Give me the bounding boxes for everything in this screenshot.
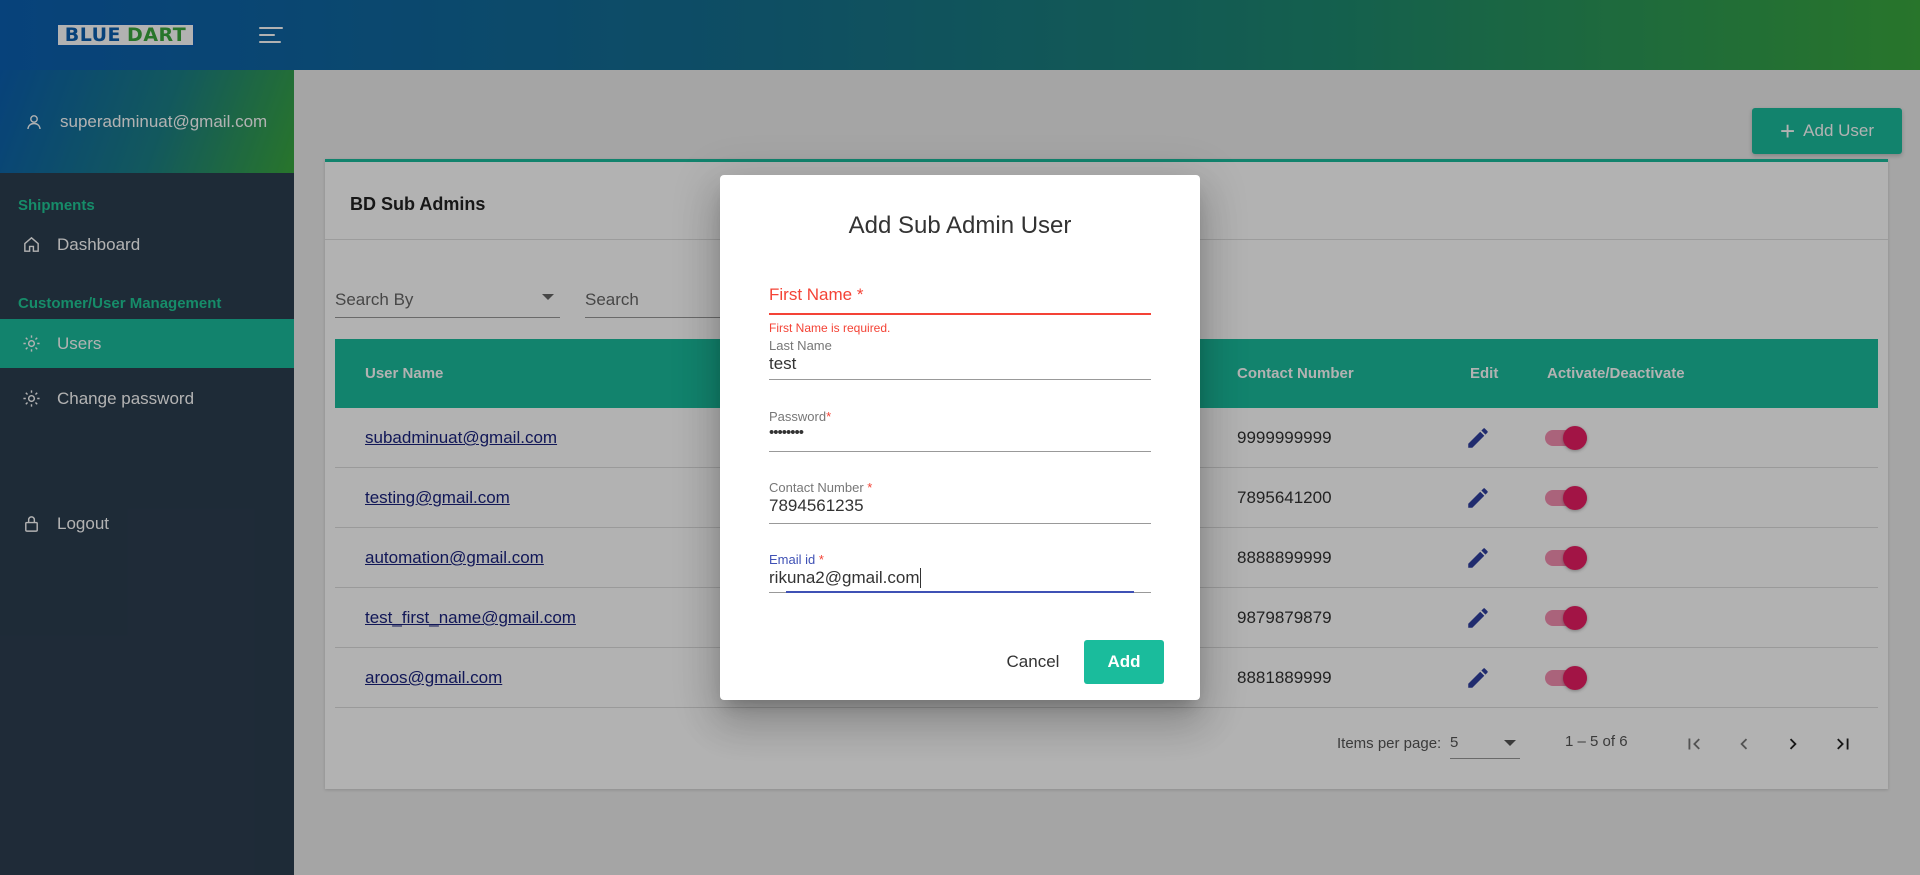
first-name-error: First Name is required. xyxy=(769,321,891,335)
email-value: rikuna2@gmail.com xyxy=(769,568,922,588)
last-name-value: test xyxy=(769,354,797,373)
contact-number-underline xyxy=(769,523,1151,524)
add-button[interactable]: Add xyxy=(1084,640,1164,684)
first-name-label: First Name * xyxy=(769,285,864,304)
password-underline xyxy=(769,451,1151,452)
last-name-field[interactable]: Last Name test xyxy=(769,338,1151,383)
email-field[interactable]: Email id * rikuna2@gmail.com xyxy=(769,552,1151,602)
dialog-title: Add Sub Admin User xyxy=(848,212,1072,239)
first-name-underline xyxy=(769,313,1151,315)
password-label: Password* xyxy=(769,409,832,424)
contact-number-value: 7894561235 xyxy=(769,496,864,515)
cancel-button[interactable]: Cancel xyxy=(990,640,1076,684)
password-value: •••••••• xyxy=(769,424,804,441)
email-focus-underline xyxy=(786,591,1134,593)
add-sub-admin-dialog: Add Sub Admin User First Name * First Na… xyxy=(720,175,1200,700)
contact-number-label: Contact Number * xyxy=(769,480,873,495)
password-field[interactable]: Password* •••••••• xyxy=(769,409,1151,454)
last-name-underline xyxy=(769,379,1151,380)
last-name-label: Last Name xyxy=(769,338,832,353)
email-label: Email id * xyxy=(769,552,824,567)
first-name-field[interactable]: First Name * First Name is required. xyxy=(769,285,1151,335)
contact-number-field[interactable]: Contact Number * 7894561235 xyxy=(769,480,1151,525)
